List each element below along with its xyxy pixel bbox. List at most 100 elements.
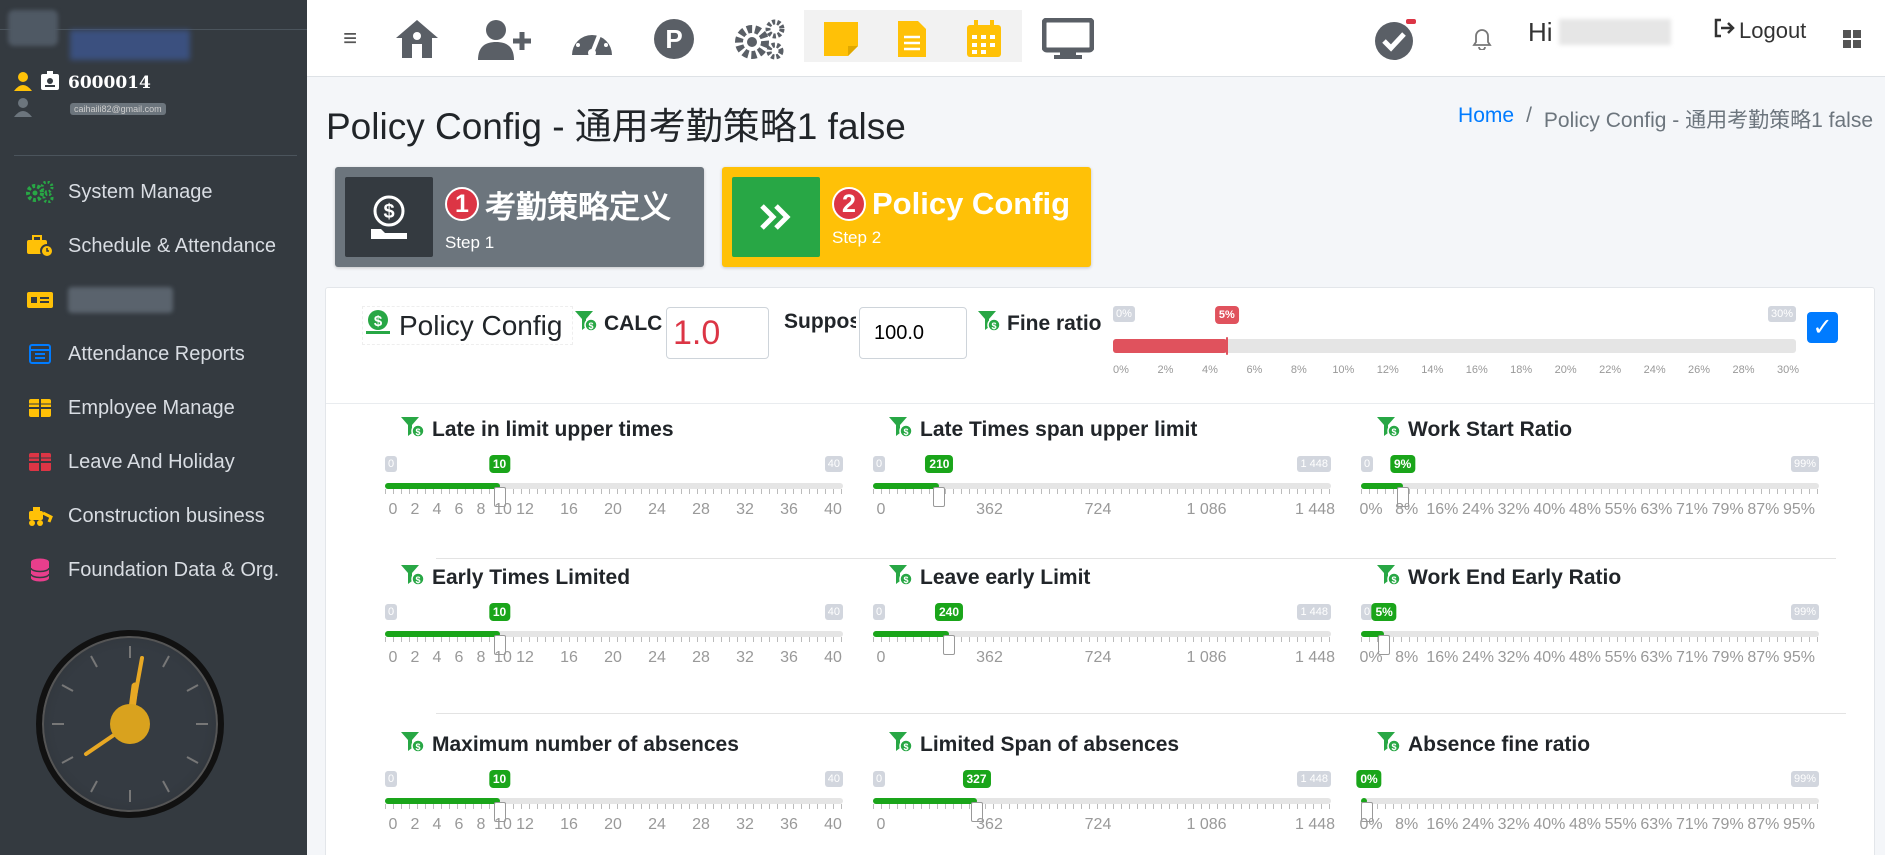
slider-tick-label: 40 bbox=[824, 649, 842, 666]
svg-text:$: $ bbox=[903, 742, 908, 752]
sidebar-item-label: Leave And Holiday bbox=[68, 450, 235, 473]
slider-tick-label: 4 bbox=[432, 816, 442, 833]
svg-text:$: $ bbox=[903, 427, 908, 437]
range-slider[interactable]: 0 1 448 327 0 362 724 1 086 1 448 bbox=[873, 770, 1335, 833]
range-slider[interactable]: 0 40 10 0 2 4 6 8 10 12 16 20 24 28 32 36 40 bbox=[385, 603, 843, 666]
slider-tick-label: 24% bbox=[1461, 816, 1495, 833]
step-title: 考勤策略定义 bbox=[485, 189, 671, 225]
sidebar-item-system-manage[interactable]: System Manage bbox=[0, 165, 307, 219]
suppo-label-text: Suppos bbox=[784, 310, 856, 333]
dashboard-gauge-icon[interactable] bbox=[567, 14, 617, 64]
range-slider[interactable]: 099%0%0%8%16%24%32%40%48%55%63%71%79%87%… bbox=[1356, 770, 1819, 833]
filter-dollar-icon: $ bbox=[1376, 731, 1402, 759]
slider-tick-label: 16% bbox=[1426, 816, 1459, 833]
monitor-icon[interactable] bbox=[1040, 14, 1096, 64]
sticky-note-icon[interactable] bbox=[820, 14, 862, 64]
svg-text:$: $ bbox=[1391, 742, 1396, 752]
slider-tick-label: 0 bbox=[876, 649, 886, 666]
range-slider[interactable]: 0 40 10 0 2 4 6 8 10 12 16 20 24 28 32 36 40 bbox=[385, 770, 843, 833]
slider-tick-label: 10 bbox=[494, 501, 512, 518]
hamburger-menu-icon[interactable]: ≡ bbox=[335, 14, 365, 64]
slider-tick-label: 16% bbox=[1465, 364, 1488, 376]
slider-tick-label: 724 bbox=[1084, 649, 1112, 666]
fine-ratio-label: $ Fine ratio bbox=[977, 310, 1102, 338]
slider-tick-label: 0% bbox=[1359, 501, 1383, 518]
slider-max-badge: 40 bbox=[824, 771, 843, 787]
slider-tick-label: 4 bbox=[432, 649, 442, 666]
sidebar-item-schedule-attendance[interactable]: Schedule & Attendance bbox=[0, 219, 307, 273]
settings-gears-icon[interactable] bbox=[731, 14, 787, 64]
slider-tick-label: 12 bbox=[516, 501, 534, 518]
analog-clock bbox=[36, 630, 224, 818]
range-slider[interactable]: 0 1 448 240 0 362 724 1 086 1 448 bbox=[873, 603, 1335, 666]
tasks-check-icon[interactable] bbox=[1371, 14, 1421, 64]
step-subtitle: Step 1 bbox=[445, 232, 495, 252]
slider-tick-label: 14% bbox=[1421, 364, 1444, 376]
slider-tick-label: 362 bbox=[976, 649, 1003, 666]
calendar-icon[interactable] bbox=[962, 14, 1006, 64]
range-slider[interactable]: 0 99% 5% 0% 8% 16% 24% 32% 40% 48% 55% 63% 71% 79% 87%… bbox=[1359, 603, 1819, 666]
fine-ratio-label-text: Fine ratio bbox=[1007, 312, 1102, 335]
config-title-text: Policy Config bbox=[399, 309, 563, 341]
slider-handle[interactable] bbox=[943, 635, 956, 655]
calc-label: $ CALC bbox=[574, 310, 662, 338]
sidebar-item-attendance-reports[interactable]: Attendance Reports bbox=[0, 327, 307, 381]
slider-tick-label: 87% bbox=[1747, 816, 1780, 833]
sidebar-item-label: Attendance Reports bbox=[68, 342, 245, 365]
fine-ratio-slider[interactable]: 0% 30% 5% 0% 2% 4% 6% 8% 10% 12% 14% 16% 18% 20% 22% 24… bbox=[1113, 306, 1799, 376]
step-number-badge: 2 bbox=[832, 187, 866, 221]
sidebar-item-foundation-data[interactable]: Foundation Data & Org. bbox=[0, 543, 307, 597]
slider-tick-label: 22% bbox=[1599, 364, 1622, 376]
sidebar-item-redacted[interactable] bbox=[0, 273, 307, 327]
slider-tick-label: 10 bbox=[494, 816, 512, 833]
user-greeting[interactable]: Hi bbox=[1528, 14, 1671, 50]
sidebar-item-leave-holiday[interactable]: Leave And Holiday bbox=[0, 435, 307, 489]
range-slider[interactable]: 0 40 10 0 2 4 6 8 10 12 16 20 24 28 32 36 40 bbox=[385, 455, 843, 518]
policy-config-card: $ Policy Config $ CALC Suppos $ Fine rat… bbox=[325, 287, 1875, 855]
step-1-card[interactable]: $ 1 考勤策略定义 Step 1 bbox=[335, 167, 704, 267]
slider-handle[interactable] bbox=[933, 487, 946, 507]
slider-tick-label: 8 bbox=[476, 816, 486, 833]
field-title: $ Absence fine ratio bbox=[1376, 731, 1590, 759]
suppo-input[interactable] bbox=[859, 307, 967, 359]
parking-icon[interactable]: P bbox=[652, 14, 696, 64]
brand-name-redacted bbox=[70, 30, 190, 60]
logout-button[interactable]: Logout bbox=[1713, 18, 1806, 44]
bell-icon[interactable] bbox=[1467, 14, 1497, 64]
slider-tick-label: 0 bbox=[388, 816, 398, 833]
slider-max-badge: 40 bbox=[824, 456, 843, 472]
slider-tick-label: 10% bbox=[1332, 364, 1355, 376]
range-slider[interactable]: 0 1 448 210 0 362 724 1 086 1 448 bbox=[873, 455, 1335, 518]
filter-dollar-icon: $ bbox=[400, 731, 426, 759]
step-subtitle: Step 2 bbox=[832, 228, 882, 247]
breadcrumb-home-link[interactable]: Home bbox=[1458, 104, 1514, 134]
range-slider[interactable]: 0 99% 9% 0% 8% 16% 24% 32% 40% 48% 55% 63% 71% 79% 87%… bbox=[1359, 455, 1819, 518]
slider-tick-label: 16 bbox=[560, 501, 578, 518]
add-user-icon[interactable] bbox=[477, 14, 533, 64]
slider-tick-label: 63% bbox=[1640, 816, 1673, 833]
id-badge-icon bbox=[40, 70, 60, 96]
filter-dollar-icon: $ bbox=[400, 416, 426, 444]
slider-handle[interactable] bbox=[1225, 337, 1228, 355]
grid-apps-icon[interactable] bbox=[1837, 14, 1867, 64]
slider-tick-label: 16 bbox=[560, 816, 578, 833]
sidebar-item-label: Employee Manage bbox=[68, 396, 235, 419]
home-icon[interactable] bbox=[392, 14, 442, 64]
sidebar: 6000014 caihaili82@gmail.com System Mana… bbox=[0, 0, 307, 855]
sidebar-item-employee-manage[interactable]: Employee Manage bbox=[0, 381, 307, 435]
slider-tick-label: 4% bbox=[1201, 364, 1218, 376]
slider-tick-label: 8% bbox=[1395, 501, 1419, 518]
slider-max-badge: 99% bbox=[1790, 604, 1819, 620]
calc-input[interactable] bbox=[666, 307, 769, 359]
document-icon[interactable] bbox=[892, 14, 932, 64]
enabled-checkbox[interactable]: ✓ bbox=[1807, 312, 1838, 343]
slider-tick-label: 48% bbox=[1568, 649, 1602, 666]
field-title: $ Leave early Limit bbox=[888, 564, 1090, 592]
slider-value-badge: 9% bbox=[1389, 455, 1416, 473]
step-2-card[interactable]: 2 Policy Config Step 2 bbox=[722, 167, 1091, 267]
field-title: $ Early Times Limited bbox=[400, 564, 630, 592]
id-card-icon bbox=[26, 288, 54, 312]
sidebar-item-construction-business[interactable]: Construction business bbox=[0, 489, 307, 543]
slider-tick-marks bbox=[1361, 804, 1819, 809]
brand-logo[interactable] bbox=[0, 0, 307, 60]
